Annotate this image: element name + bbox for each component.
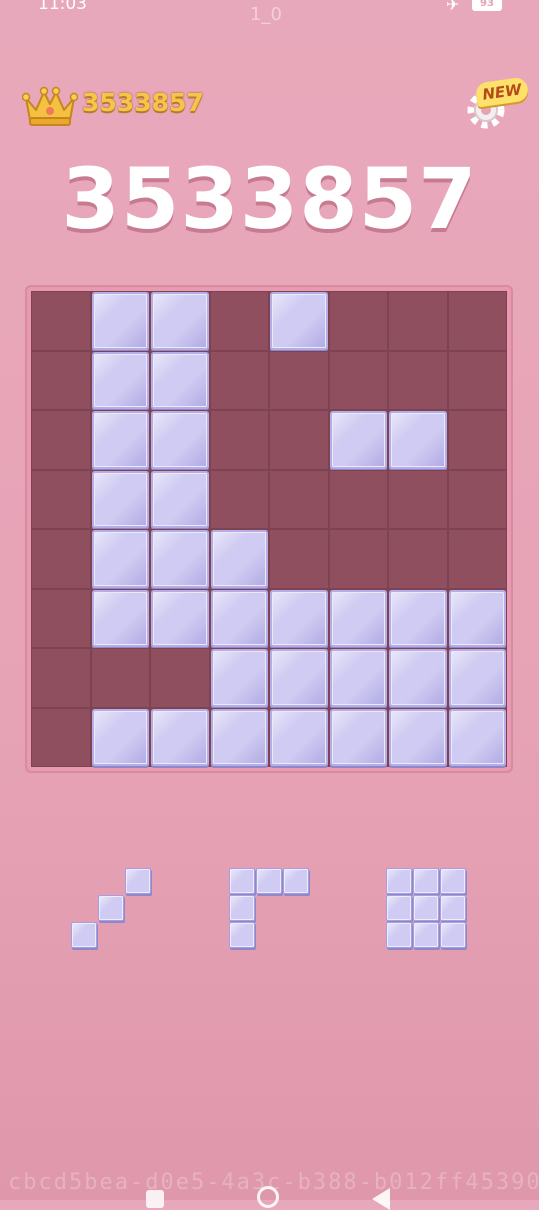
filled-block [270,708,328,766]
filled-block [270,649,328,707]
board-cell[interactable] [31,350,91,410]
filled-block [389,411,447,469]
filled-block [151,292,209,350]
filled-block [329,649,387,707]
board-cell[interactable] [31,648,91,708]
piece-block [283,868,309,894]
filled-block [151,708,209,766]
home-button[interactable] [257,1186,279,1208]
piece-tray [0,860,539,960]
back-button[interactable] [372,1188,390,1210]
piece-block [413,895,439,921]
filled-block [91,292,149,350]
piece-block [386,922,412,948]
board-cell[interactable] [209,350,269,410]
best-score-value: 3533857 [82,88,204,117]
board-cell[interactable] [447,469,507,529]
piece-block [440,922,466,948]
filled-block [151,470,209,528]
board-cell[interactable] [269,529,329,589]
piece-block [229,895,255,921]
board-cell[interactable] [150,648,210,708]
board-cell[interactable] [447,291,507,351]
game-board[interactable] [25,285,513,773]
navigation-bar [0,1180,539,1210]
filled-block [91,470,149,528]
board-cell[interactable] [31,291,91,351]
filled-block [329,708,387,766]
piece-block [71,922,97,948]
filled-block [389,649,447,707]
board-cell[interactable] [209,410,269,470]
board-cell[interactable] [269,469,329,529]
filled-block [151,530,209,588]
piece-block [440,868,466,894]
status-bar: 11:03 1_0 ✈ 93 [0,0,539,25]
board-cell[interactable] [447,529,507,589]
board-cell[interactable] [31,707,91,767]
board-cell[interactable] [447,350,507,410]
board-cell[interactable] [388,469,448,529]
piece-block [413,922,439,948]
filled-block [329,589,387,647]
battery-icon: 93 [472,0,502,11]
piece-block [229,922,255,948]
piece-block [98,895,124,921]
status-time: 11:03 [38,0,87,14]
board-cell[interactable] [269,350,329,410]
filled-block [270,292,328,350]
filled-block [210,649,268,707]
filled-block [329,411,387,469]
board-cell[interactable] [31,529,91,589]
filled-block [270,589,328,647]
filled-block [91,411,149,469]
piece-block [386,895,412,921]
piece-block [229,868,255,894]
board-cell[interactable] [388,529,448,589]
board-cell[interactable] [269,410,329,470]
board-cell[interactable] [388,350,448,410]
board-cell[interactable] [328,350,388,410]
square-piece[interactable] [386,868,468,950]
board-cell[interactable] [90,648,150,708]
filled-block [389,708,447,766]
board-cell[interactable] [328,529,388,589]
filled-block [210,589,268,647]
board-cell[interactable] [209,469,269,529]
corner-piece[interactable] [229,868,311,950]
board-cell[interactable] [328,291,388,351]
filled-block [91,351,149,409]
status-center-text: 1_0 [250,4,282,25]
board-cell[interactable] [31,410,91,470]
filled-block [448,649,506,707]
diagonal-piece[interactable] [71,868,153,950]
board-grid[interactable] [31,291,507,767]
piece-block [386,868,412,894]
piece-block [413,868,439,894]
filled-block [210,708,268,766]
filled-block [448,708,506,766]
board-cell[interactable] [328,469,388,529]
board-cell[interactable] [447,410,507,470]
piece-block [125,868,151,894]
filled-block [91,708,149,766]
piece-block [256,868,282,894]
airplane-mode-icon: ✈ [446,0,460,14]
filled-block [91,530,149,588]
filled-block [151,411,209,469]
current-score: 3533857 [61,150,478,248]
filled-block [448,589,506,647]
piece-block [440,895,466,921]
filled-block [151,351,209,409]
board-cell[interactable] [31,469,91,529]
board-cell[interactable] [31,588,91,648]
filled-block [389,589,447,647]
crown-icon [22,86,78,126]
filled-block [210,530,268,588]
filled-block [151,589,209,647]
board-cell[interactable] [209,291,269,351]
recent-apps-button[interactable] [146,1190,164,1208]
board-cell[interactable] [388,291,448,351]
filled-block [91,589,149,647]
